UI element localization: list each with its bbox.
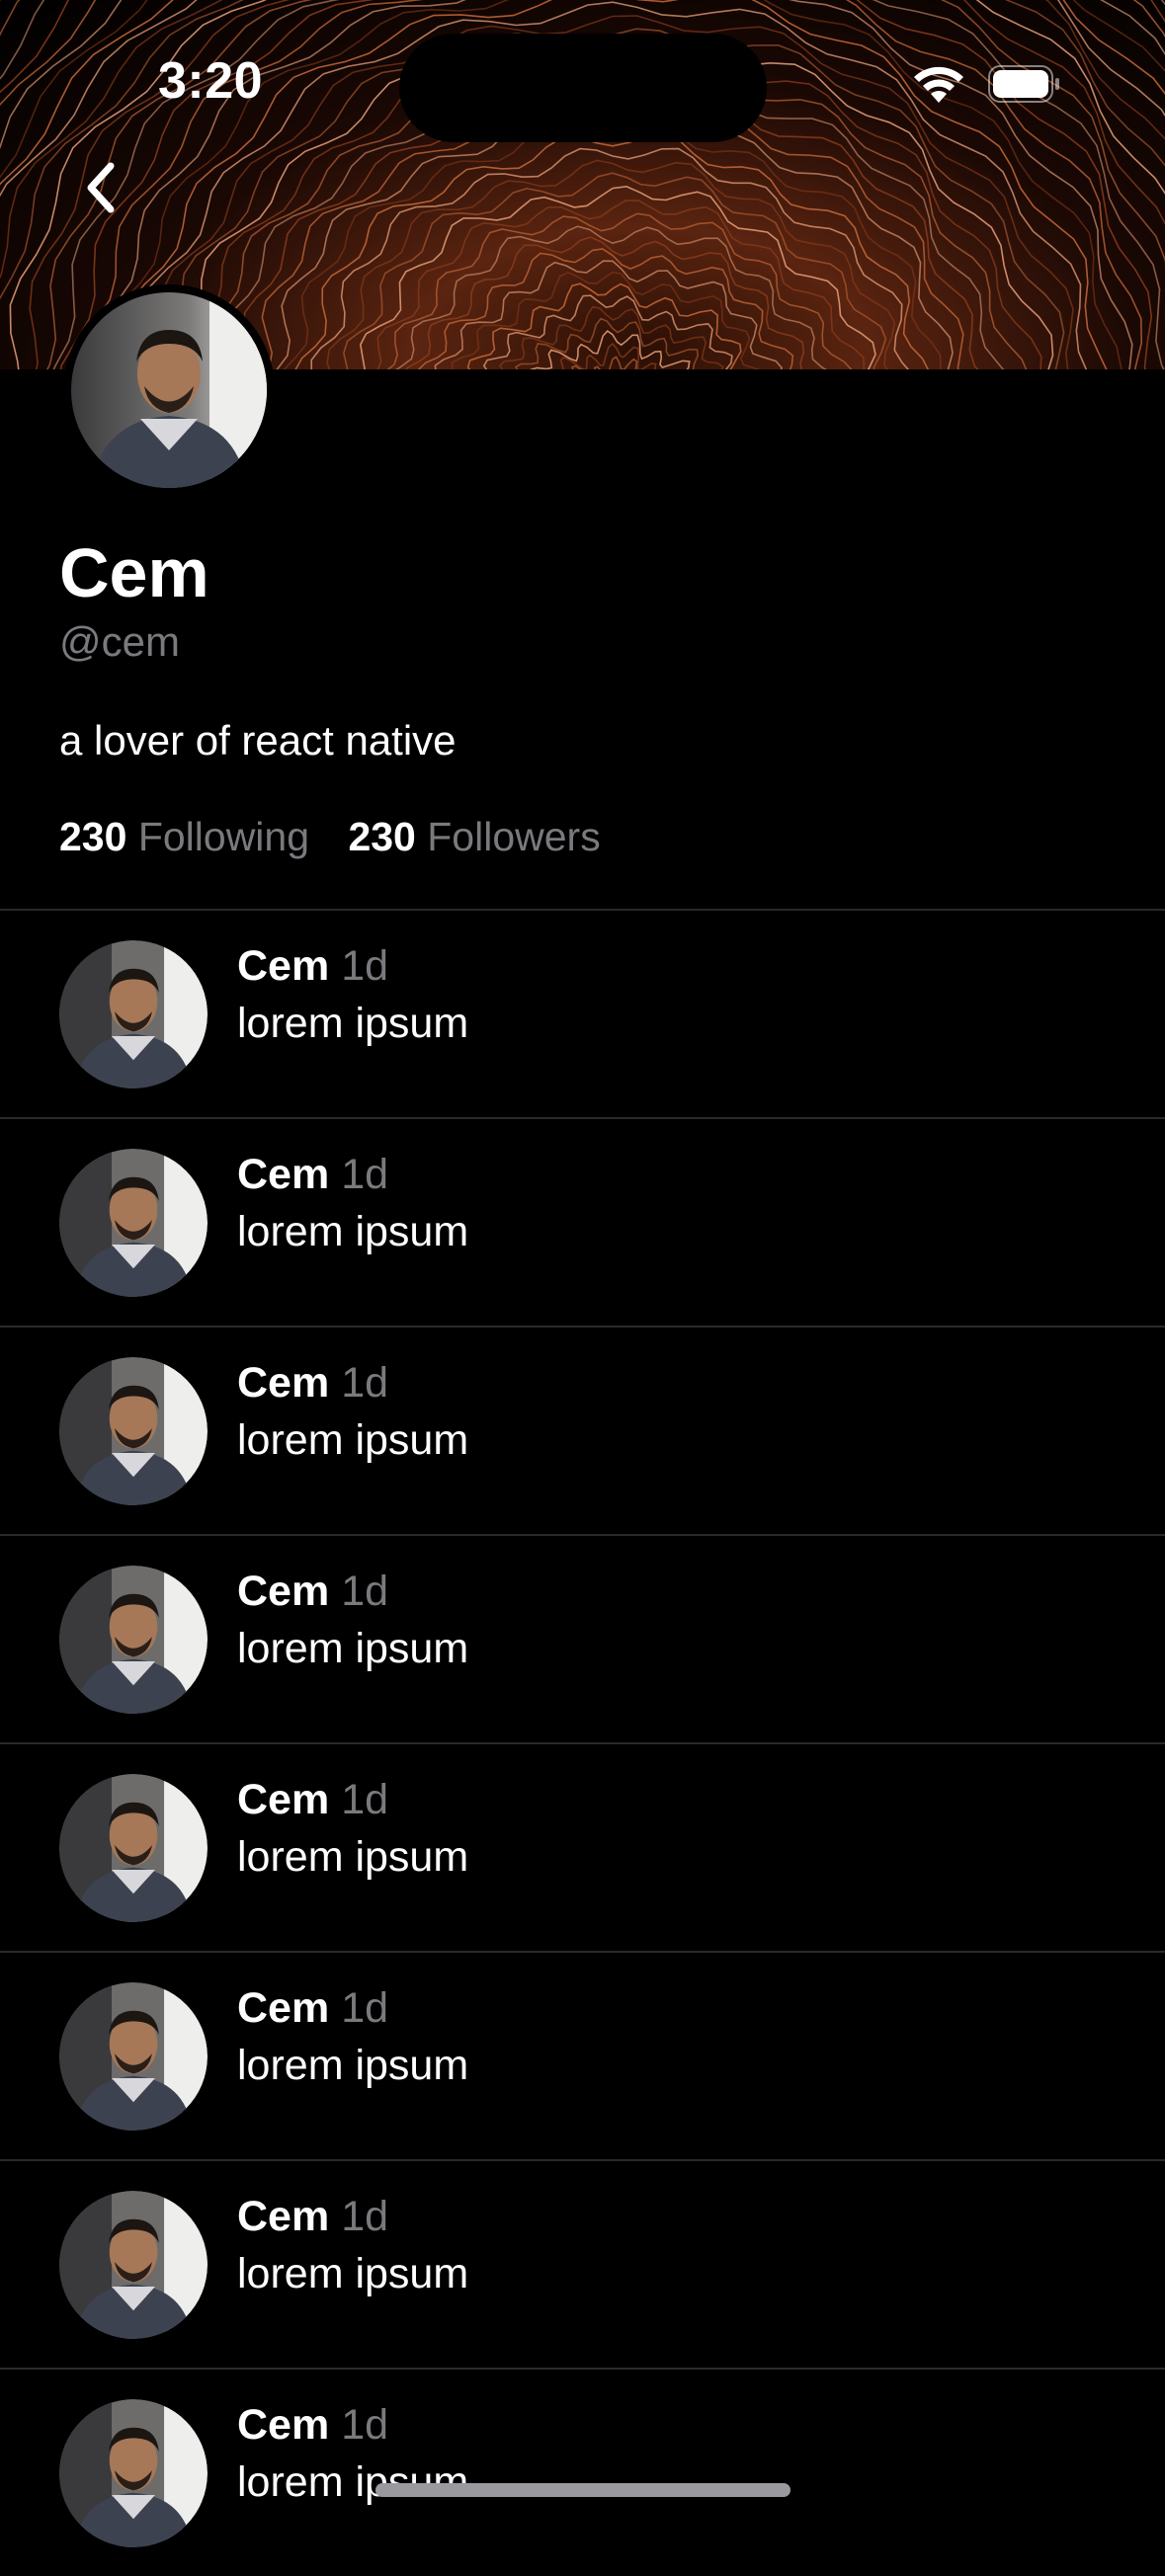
- post-avatar[interactable]: [59, 2399, 208, 2547]
- wifi-icon: [914, 66, 963, 103]
- post-meta: Cem 1d: [237, 942, 388, 991]
- post-avatar[interactable]: [59, 1566, 208, 1714]
- avatar-photo: [59, 1566, 208, 1714]
- post-item[interactable]: Cem 1d lorem ipsum: [0, 1951, 1165, 2159]
- profile-avatar[interactable]: [63, 284, 275, 496]
- post-item[interactable]: Cem 1d lorem ipsum: [0, 1534, 1165, 1742]
- post-item[interactable]: Cem 1d lorem ipsum: [0, 2368, 1165, 2576]
- post-item[interactable]: Cem 1d lorem ipsum: [0, 2159, 1165, 2368]
- post-meta: Cem 1d: [237, 1359, 388, 1408]
- post-text: lorem ipsum: [237, 2250, 469, 2297]
- followers-label: Followers: [427, 814, 601, 859]
- post-item[interactable]: Cem 1d lorem ipsum: [0, 1117, 1165, 1326]
- post-item[interactable]: Cem 1d lorem ipsum: [0, 1326, 1165, 1534]
- avatar-photo: [59, 2191, 208, 2339]
- post-time: 1d: [341, 942, 389, 990]
- post-meta: Cem 1d: [237, 2193, 388, 2241]
- post-feed: Cem 1d lorem ipsum Cem 1d lorem ipsum Cem 1…: [0, 909, 1165, 2576]
- post-author: Cem: [237, 1151, 330, 1198]
- avatar-photo: [59, 1774, 208, 1922]
- post-author: Cem: [237, 2193, 330, 2240]
- post-meta: Cem 1d: [237, 2401, 388, 2450]
- post-meta: Cem 1d: [237, 1568, 388, 1616]
- post-text: lorem ipsum: [237, 1833, 469, 1881]
- post-meta: Cem 1d: [237, 1151, 388, 1199]
- profile-stats: 230 Following 230 Followers: [59, 814, 628, 860]
- post-avatar[interactable]: [59, 1982, 208, 2131]
- profile-bio: a lover of react native: [59, 717, 457, 764]
- post-time: 1d: [341, 1776, 389, 1823]
- post-item[interactable]: Cem 1d lorem ipsum: [0, 1742, 1165, 1951]
- post-avatar[interactable]: [59, 1357, 208, 1505]
- profile-handle: @cem: [59, 618, 180, 665]
- post-item[interactable]: Cem 1d lorem ipsum: [0, 909, 1165, 1117]
- avatar-photo: [59, 1357, 208, 1505]
- avatar-photo: [59, 1982, 208, 2131]
- avatar-photo: [59, 940, 208, 1088]
- post-avatar[interactable]: [59, 1149, 208, 1297]
- post-author: Cem: [237, 942, 330, 990]
- post-author: Cem: [237, 1776, 330, 1823]
- post-text: lorem ipsum: [237, 1625, 469, 1672]
- status-time: 3:20: [158, 52, 264, 110]
- post-meta: Cem 1d: [237, 1984, 388, 2033]
- chevron-left-icon: [87, 162, 115, 213]
- post-time: 1d: [341, 1151, 389, 1198]
- post-meta: Cem 1d: [237, 1776, 388, 1824]
- post-time: 1d: [341, 1568, 389, 1615]
- post-avatar[interactable]: [59, 2191, 208, 2339]
- post-author: Cem: [237, 2401, 330, 2449]
- profile-name: Cem: [59, 534, 209, 611]
- post-author: Cem: [237, 1359, 330, 1407]
- post-time: 1d: [341, 1359, 389, 1407]
- post-time: 1d: [341, 2401, 389, 2449]
- post-text: lorem ipsum: [237, 2042, 469, 2089]
- post-author: Cem: [237, 1568, 330, 1615]
- post-text: lorem ipsum: [237, 1416, 469, 1464]
- post-avatar[interactable]: [59, 1774, 208, 1922]
- post-time: 1d: [341, 2193, 389, 2240]
- battery-icon: [988, 65, 1059, 103]
- followers-count: 230: [348, 814, 416, 859]
- avatar-photo: [59, 2399, 208, 2547]
- post-time: 1d: [341, 1984, 389, 2032]
- post-author: Cem: [237, 1984, 330, 2032]
- avatar-photo: [71, 292, 267, 488]
- dynamic-island: [399, 34, 767, 142]
- followers-stat[interactable]: 230 Followers: [348, 814, 600, 860]
- following-label: Following: [137, 814, 310, 859]
- following-stat[interactable]: 230 Following: [59, 814, 309, 860]
- home-indicator: [375, 2483, 791, 2497]
- avatar-photo: [59, 1149, 208, 1297]
- back-button[interactable]: [61, 148, 140, 227]
- post-avatar[interactable]: [59, 940, 208, 1088]
- following-count: 230: [59, 814, 127, 859]
- post-text: lorem ipsum: [237, 1208, 469, 1255]
- post-text: lorem ipsum: [237, 1000, 469, 1047]
- status-bar: 3:20: [0, 0, 1165, 168]
